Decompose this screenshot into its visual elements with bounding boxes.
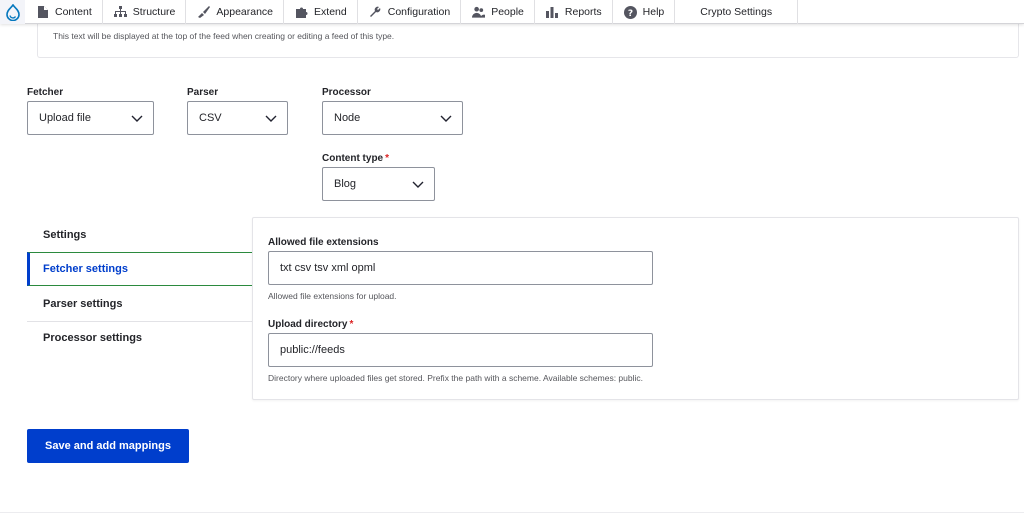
processor-select[interactable]: Node: [322, 101, 463, 135]
toolbar-item-label: Help: [642, 6, 665, 18]
drupal-drop-icon[interactable]: [0, 0, 25, 24]
save-and-add-mappings-button[interactable]: Save and add mappings: [27, 429, 189, 463]
content-type-select-value: Blog: [334, 178, 357, 190]
admin-toolbar: Content Structure Appearance Extend Conf…: [0, 0, 1024, 24]
wrench-icon: [369, 6, 382, 19]
sitemap-icon: [113, 6, 127, 19]
toolbar-item-label: Structure: [132, 6, 176, 18]
fetcher-settings-pane: Allowed file extensions txt csv tsv xml …: [252, 217, 1019, 400]
fetcher-label: Fetcher: [27, 87, 64, 98]
toolbar-item-reports[interactable]: Reports: [535, 0, 613, 24]
toolbar-item-people[interactable]: People: [461, 0, 535, 24]
fetcher-select[interactable]: Upload file: [27, 101, 154, 135]
chevron-down-icon: [131, 115, 143, 122]
upload-directory-label: Upload directory *: [268, 319, 353, 330]
vertical-tab-fetcher-settings[interactable]: Fetcher settings: [27, 252, 252, 286]
chevron-down-icon: [440, 115, 452, 122]
allowed-extensions-label: Allowed file extensions: [268, 237, 379, 248]
vertical-tab-settings[interactable]: Settings: [27, 218, 252, 252]
allowed-extensions-input[interactable]: txt csv tsv xml opml: [268, 251, 653, 285]
allowed-extensions-value: txt csv tsv xml opml: [280, 262, 376, 274]
bar-chart-icon: [546, 6, 559, 19]
vertical-tab-label: Settings: [43, 229, 87, 241]
description-fieldset: This text will be displayed at the top o…: [37, 24, 1019, 58]
vertical-tab-label: Processor settings: [43, 332, 143, 344]
chevron-down-icon: [412, 181, 424, 188]
toolbar-item-label: Content: [55, 6, 92, 18]
upload-directory-input[interactable]: public://feeds: [268, 333, 653, 367]
content-type-label: Content type *: [322, 153, 389, 164]
toolbar-item-extend[interactable]: Extend: [284, 0, 358, 24]
toolbar-item-label: Extend: [314, 6, 347, 18]
puzzle-icon: [295, 6, 308, 19]
processor-label: Processor: [322, 87, 371, 98]
toolbar-item-configuration[interactable]: Configuration: [358, 0, 462, 24]
parser-label: Parser: [187, 87, 219, 98]
toolbar-item-label: Configuration: [387, 6, 451, 18]
allowed-extensions-hint: Allowed file extensions for upload.: [268, 291, 397, 301]
vertical-tab-label: Parser settings: [43, 298, 123, 310]
toolbar-item-label: Reports: [564, 6, 602, 18]
vertical-tab-parser-settings[interactable]: Parser settings: [27, 287, 252, 321]
toolbar-item-label: People: [491, 6, 524, 18]
toolbar-item-crypto-settings[interactable]: Crypto Settings: [675, 0, 799, 24]
people-icon: [472, 6, 486, 19]
content-type-select[interactable]: Blog: [322, 167, 435, 201]
toolbar-item-label: Appearance: [216, 6, 274, 18]
file-icon: [36, 6, 49, 19]
toolbar-item-content[interactable]: Content: [25, 0, 103, 24]
required-marker: *: [385, 153, 390, 164]
vertical-tab-processor-settings[interactable]: Processor settings: [27, 321, 252, 355]
toolbar-item-appearance[interactable]: Appearance: [186, 0, 285, 24]
page-divider: [0, 512, 1024, 513]
upload-directory-hint: Directory where uploaded files get store…: [268, 373, 643, 383]
content-type-label-text: Content type: [322, 153, 384, 164]
description-help-text: This text will be displayed at the top o…: [53, 31, 395, 41]
upload-directory-label-text: Upload directory: [268, 319, 348, 330]
paint-brush-icon: [197, 6, 211, 19]
parser-select-value: CSV: [199, 112, 222, 124]
toolbar-item-label: Crypto Settings: [700, 6, 773, 18]
required-marker: *: [349, 319, 354, 330]
toolbar-item-help[interactable]: ? Help: [613, 0, 676, 24]
fetcher-select-value: Upload file: [39, 112, 91, 124]
vertical-tab-label: Fetcher settings: [43, 263, 128, 275]
svg-text:?: ?: [628, 9, 633, 19]
toolbar-item-structure[interactable]: Structure: [103, 0, 187, 24]
processor-select-value: Node: [334, 112, 361, 124]
help-icon: ?: [623, 5, 637, 19]
chevron-down-icon: [265, 115, 277, 122]
parser-select[interactable]: CSV: [187, 101, 288, 135]
upload-directory-value: public://feeds: [280, 344, 345, 356]
